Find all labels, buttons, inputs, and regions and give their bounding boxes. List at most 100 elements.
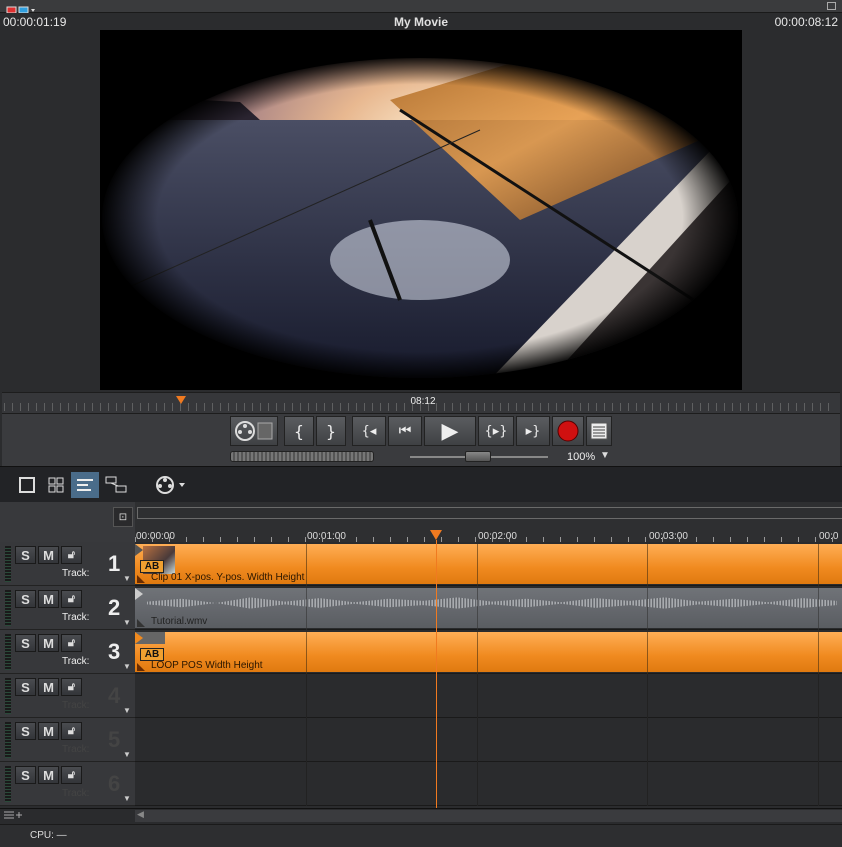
track-label: Track: <box>62 568 90 579</box>
clip-corner-icon <box>137 575 145 583</box>
zoom-dropdown-icon[interactable]: ▼ <box>600 450 610 461</box>
play-icon[interactable]: ▶ <box>424 416 476 446</box>
mute-button[interactable]: M <box>38 546 59 564</box>
mute-button[interactable]: M <box>38 590 59 608</box>
audio-clip[interactable]: Tutorial.wmv <box>135 588 842 632</box>
mute-button[interactable]: M <box>38 678 59 696</box>
progress-bar <box>230 451 374 462</box>
window-maximize-icon[interactable] <box>827 2 836 10</box>
track-number: 5 <box>108 727 121 752</box>
track-dropdown-icon[interactable]: ▼ <box>123 618 131 627</box>
mute-button[interactable]: M <box>38 722 59 740</box>
clip-start-marker <box>135 632 143 644</box>
track-lock-icon[interactable]: 🔓︎ <box>61 634 82 652</box>
solo-button[interactable]: S <box>15 546 36 564</box>
level-meter <box>5 722 11 758</box>
level-meter <box>5 634 11 670</box>
clip-label: Tutorial.wmv <box>151 616 208 627</box>
level-meter <box>5 678 11 714</box>
playhead-handle[interactable] <box>430 530 442 540</box>
project-title: My Movie <box>393 15 448 29</box>
track-lock-icon[interactable]: 🔓︎ <box>61 546 82 564</box>
track-dropdown-icon[interactable]: ▼ <box>123 794 131 803</box>
mute-button[interactable]: M <box>38 634 59 652</box>
track-lock-icon[interactable]: 🔓︎ <box>61 590 82 608</box>
lock-icon[interactable]: ⊡ <box>113 507 133 527</box>
track-header-5: S M 🔓︎ 5 Track: ▼ <box>0 718 135 762</box>
track-number: 1 <box>108 551 121 576</box>
track-lane-2[interactable]: Tutorial.wmv <box>135 586 842 632</box>
clip-label: Clip 01 X-pos. Y-pos. Width Height <box>151 572 305 583</box>
menu-icon[interactable] <box>586 416 612 446</box>
solo-button[interactable]: S <box>15 634 36 652</box>
clip-start-marker <box>135 544 143 556</box>
mute-button[interactable]: M <box>38 766 59 784</box>
track-lock-icon[interactable]: 🔓︎ <box>61 678 82 696</box>
track-dropdown-icon[interactable]: ▼ <box>123 574 131 583</box>
solo-button[interactable]: S <box>15 678 36 696</box>
track-lane-4[interactable] <box>135 674 842 718</box>
track-number: 2 <box>108 595 121 620</box>
zoom-level: 100% <box>567 451 596 463</box>
track-label: Track: <box>62 788 90 799</box>
track-header-2: S M 🔓︎ 2 Track: ▼ <box>0 586 135 630</box>
cpu-indicator: CPU: — <box>30 830 67 841</box>
track-lock-icon[interactable]: 🔓︎ <box>61 766 82 784</box>
solo-button[interactable]: S <box>15 766 36 784</box>
playhead-line <box>436 540 437 808</box>
track-label: Track: <box>62 700 90 711</box>
grid-view-icon[interactable] <box>42 472 70 498</box>
track-dropdown-icon[interactable]: ▼ <box>123 706 131 715</box>
mini-timeline-ticks <box>4 403 836 411</box>
prev-marker-icon[interactable]: {◂ <box>352 416 386 446</box>
status-bar <box>0 824 842 847</box>
level-meter <box>5 766 11 802</box>
video-clip[interactable]: AB Clip 01 X-pos. Y-pos. Width Height <box>135 544 842 588</box>
go-start-icon[interactable]: ⏮ <box>388 416 422 446</box>
add-track-icon[interactable] <box>2 809 34 823</box>
track-label: Track: <box>62 612 90 623</box>
film-reel-dropdown-icon[interactable] <box>152 472 188 498</box>
track-dropdown-icon[interactable]: ▼ <box>123 750 131 759</box>
clip-corner-icon <box>137 663 145 671</box>
clip-corner-icon <box>137 619 145 627</box>
set-in-icon[interactable]: { <box>284 416 314 446</box>
storyboard-icon[interactable] <box>102 472 130 498</box>
preview-header: 00:00:01:19 My Movie 00:00:08:12 <box>0 13 842 30</box>
range-bar[interactable] <box>137 507 842 519</box>
solo-button[interactable]: S <box>15 722 36 740</box>
track-lane-1[interactable]: AB Clip 01 X-pos. Y-pos. Width Height <box>135 542 842 588</box>
track-header-4: S M 🔓︎ 4 Track: ▼ <box>0 674 135 718</box>
total-timecode: 00:00:08:12 <box>774 15 838 29</box>
track-lane-5[interactable] <box>135 718 842 762</box>
video-clip[interactable]: AB LOOP POS Width Height <box>135 632 842 676</box>
solo-button[interactable]: S <box>15 590 36 608</box>
track-label: Track: <box>62 656 90 667</box>
scroll-left-icon[interactable]: ◀ <box>137 809 144 820</box>
film-reel-icon[interactable] <box>230 416 278 446</box>
loop-range-icon[interactable]: {▸} <box>478 416 514 446</box>
track-dropdown-icon[interactable]: ▼ <box>123 662 131 671</box>
zoom-slider-handle[interactable] <box>465 451 491 462</box>
track-header-1: S M 🔓︎ 1 Track: ▼ <box>0 542 135 586</box>
horizontal-scrollbar[interactable] <box>135 810 842 822</box>
set-out-icon[interactable]: } <box>316 416 346 446</box>
level-meter <box>5 590 11 626</box>
track-number: 6 <box>108 771 121 796</box>
3d-glasses-icon[interactable] <box>6 2 36 14</box>
track-number: 4 <box>108 683 121 708</box>
timeline-view-icon[interactable] <box>71 472 99 498</box>
audio-waveform <box>147 597 837 609</box>
mini-timeline-cursor[interactable] <box>176 396 186 404</box>
track-lane-3[interactable]: AB LOOP POS Width Height <box>135 630 842 676</box>
track-lane-6[interactable] <box>135 762 842 806</box>
top-strip <box>0 0 842 13</box>
track-header-6: S M 🔓︎ 6 Track: ▼ <box>0 762 135 806</box>
clip-label: LOOP POS Width Height <box>151 660 263 671</box>
single-view-icon[interactable] <box>13 472 41 498</box>
record-icon[interactable] <box>552 416 584 446</box>
next-marker-icon[interactable]: ▸} <box>516 416 550 446</box>
track-lock-icon[interactable]: 🔓︎ <box>61 722 82 740</box>
level-meter <box>5 546 11 582</box>
video-preview[interactable] <box>100 30 742 390</box>
